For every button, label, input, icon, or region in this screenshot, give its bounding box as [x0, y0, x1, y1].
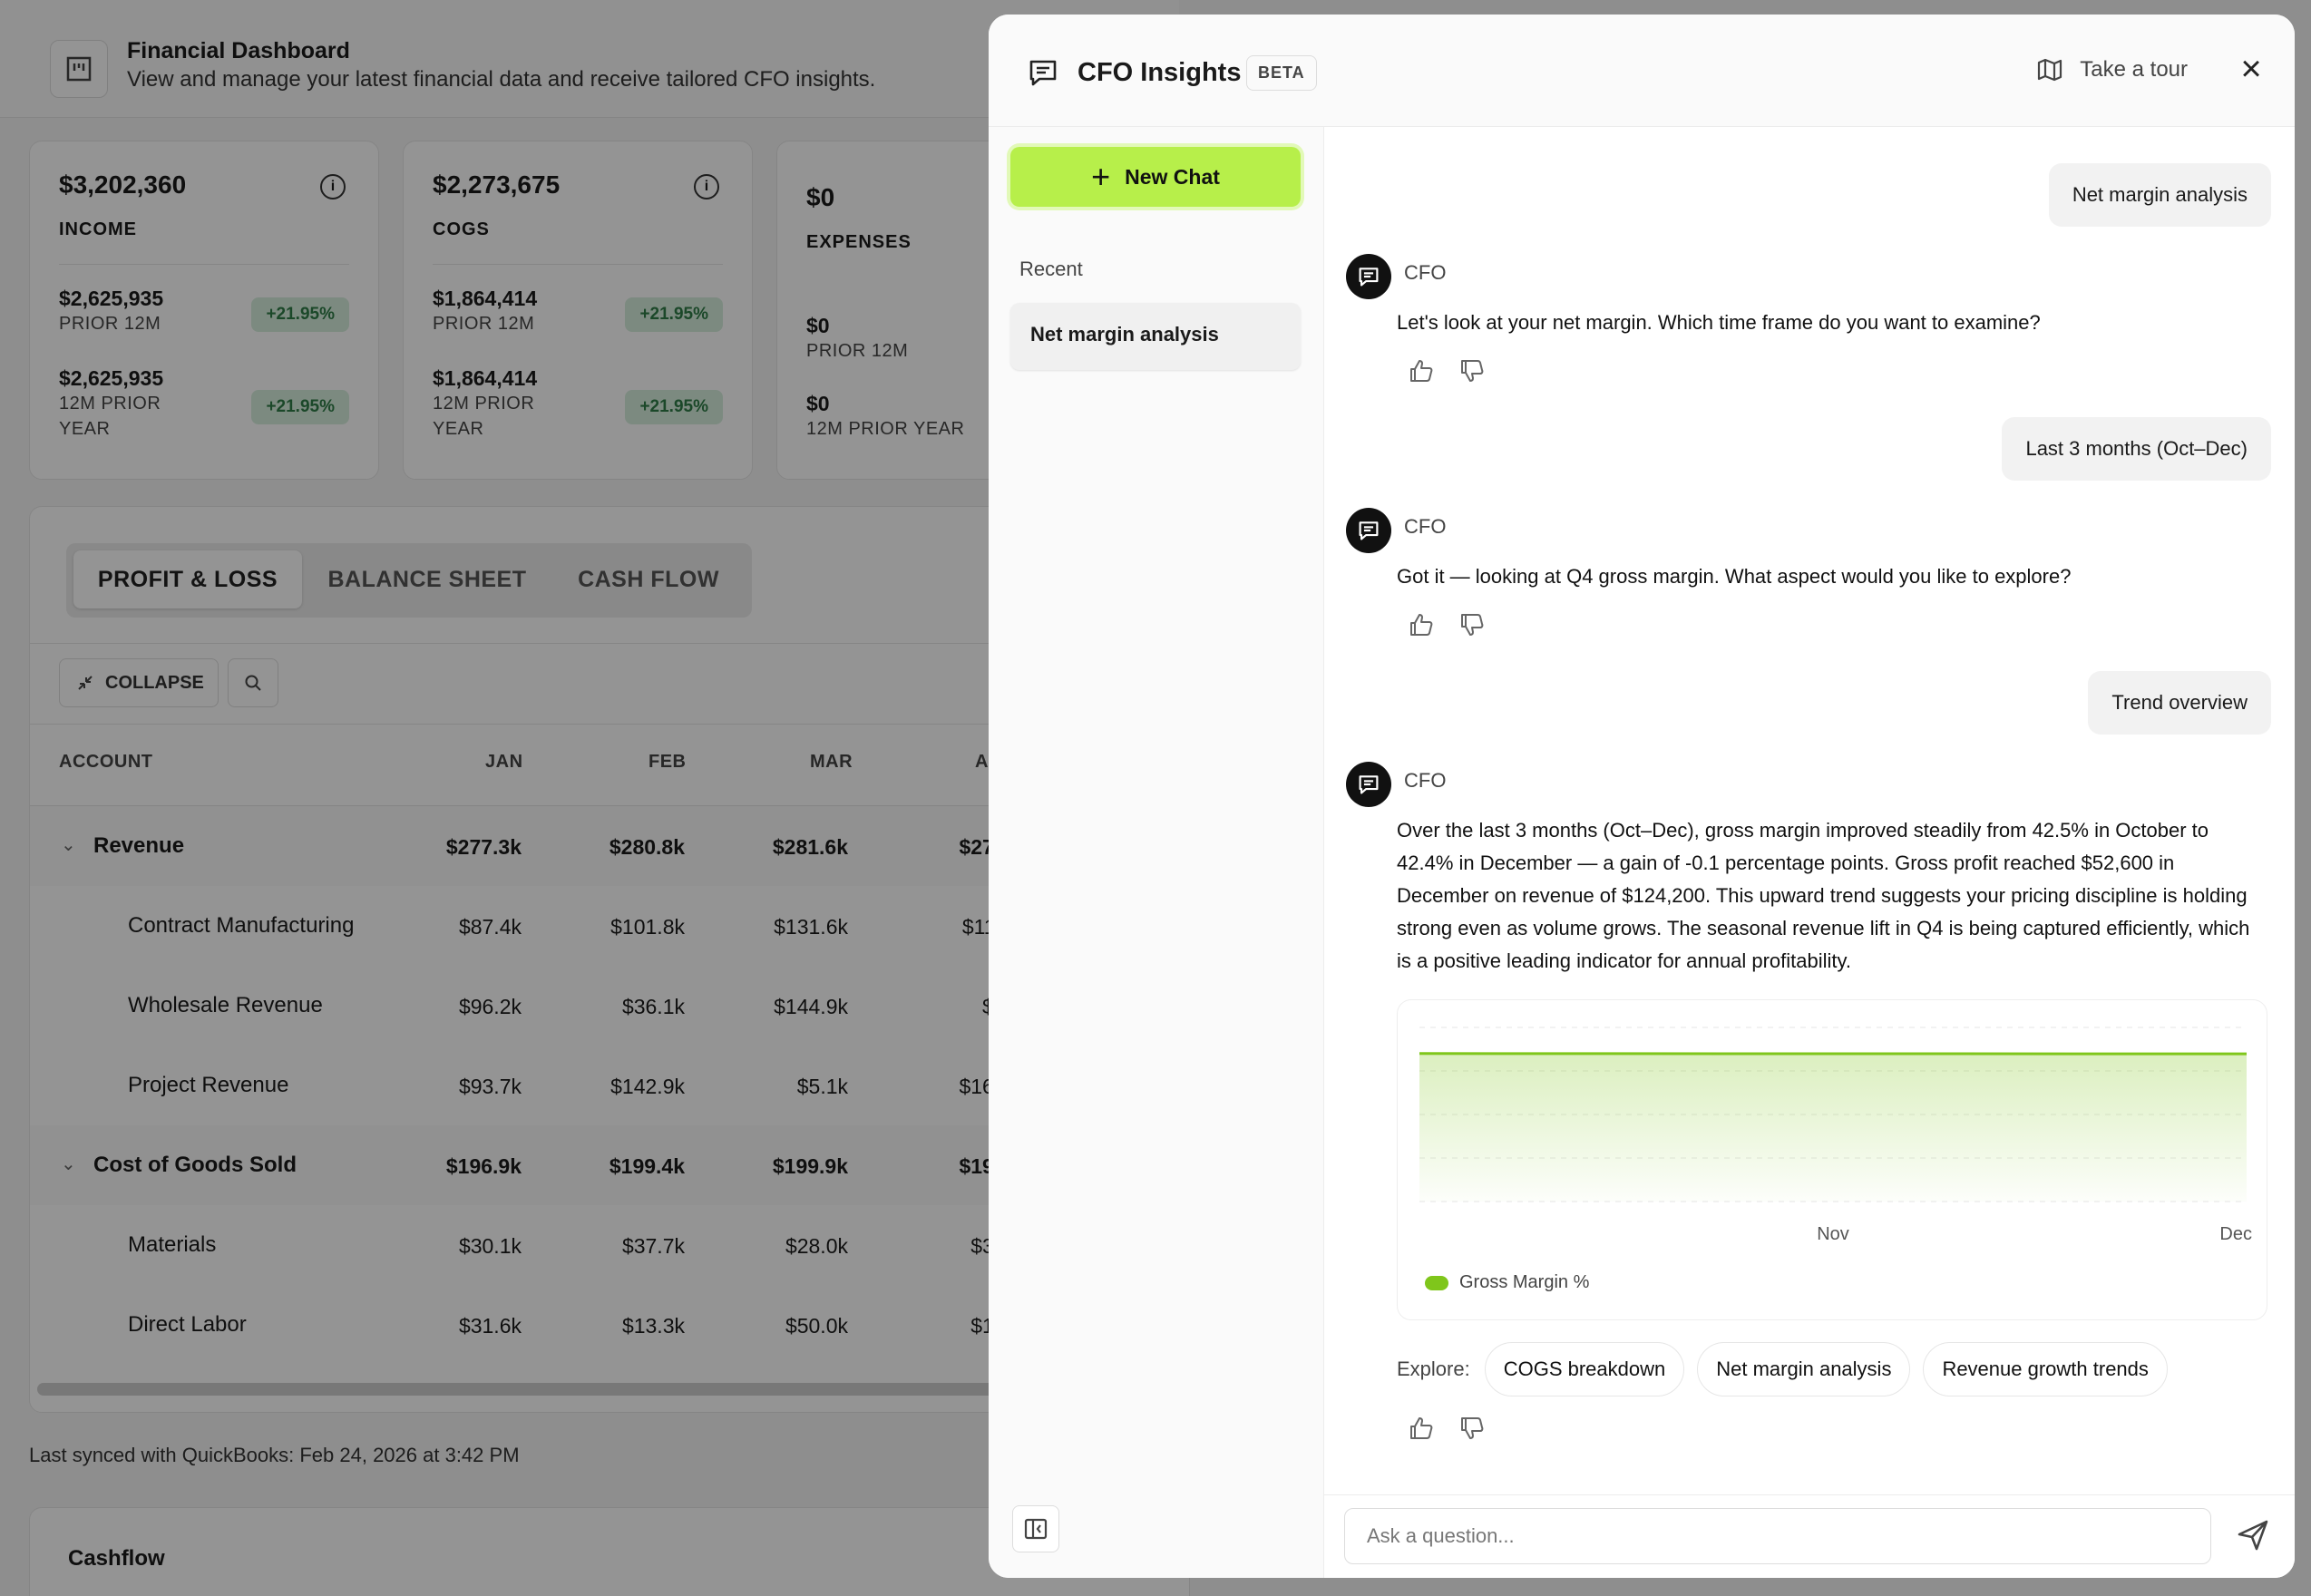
legend-label: Gross Margin % [1459, 1272, 1590, 1292]
chat-icon [1359, 775, 1379, 794]
thumbs-up-icon[interactable] [1408, 611, 1435, 638]
take-a-tour-label: Take a tour [2080, 57, 2188, 82]
cfo-sender-name: CFO [1404, 261, 1447, 284]
feedback-buttons [1408, 357, 1486, 384]
recent-heading: Recent [1019, 258, 1083, 280]
cfo-sender-name: CFO [1404, 769, 1447, 792]
cfo-avatar [1346, 508, 1391, 553]
thumbs-up-icon[interactable] [1408, 357, 1435, 384]
thumbs-down-icon[interactable] [1458, 1415, 1486, 1442]
cfo-avatar [1346, 762, 1391, 807]
user-message: Last 3 months (Oct–Dec) [2002, 417, 2271, 481]
thumbs-down-icon[interactable] [1458, 357, 1486, 384]
plus-icon: + [1091, 158, 1111, 195]
cfo-sender-name: CFO [1404, 515, 1447, 538]
legend-swatch [1425, 1275, 1448, 1290]
cfo-message: Over the last 3 months (Oct–Dec), gross … [1397, 819, 2250, 972]
beta-badge: BETA [1246, 55, 1317, 91]
feedback-buttons [1408, 611, 1486, 638]
chat-icon [1029, 60, 1057, 86]
explore-suggestions: Explore: COGS breakdown Net margin analy… [1397, 1342, 2168, 1396]
modal-header: CFO Insights BETA Take a tour × [989, 15, 2295, 127]
chat-composer [1324, 1494, 2295, 1578]
chart-legend: Gross Margin % [1425, 1272, 1589, 1293]
cfo-insights-modal: CFO Insights BETA Take a tour × + New Ch… [989, 15, 2295, 1578]
cfo-avatar [1346, 254, 1391, 299]
chat-sidebar: + New Chat Recent Net margin analysis [989, 127, 1324, 1578]
thumbs-down-icon[interactable] [1458, 611, 1486, 638]
explore-label: Explore: [1397, 1358, 1470, 1380]
user-message: Net margin analysis [2048, 163, 2271, 227]
sidebar-toggle-icon[interactable] [1012, 1505, 1059, 1552]
modal-title: CFO Insights [1077, 58, 1242, 87]
chat-icon [1359, 521, 1379, 540]
x-tick-label: Dec [2219, 1224, 2252, 1244]
chat-icon [1359, 268, 1379, 287]
chip-cogs-breakdown[interactable]: COGS breakdown [1484, 1342, 1685, 1396]
chip-revenue-growth-trends[interactable]: Revenue growth trends [1923, 1342, 2168, 1396]
take-a-tour-button[interactable]: Take a tour [2036, 56, 2188, 83]
close-icon[interactable]: × [2235, 51, 2267, 87]
ask-question-input[interactable] [1344, 1508, 2211, 1564]
cfo-message: Got it — looking at Q4 gross margin. Wha… [1397, 565, 2072, 588]
send-icon[interactable] [2235, 1517, 2271, 1553]
chat-thread: Net margin analysis CFO Let's look at yo… [1324, 127, 2295, 1578]
feedback-buttons [1408, 1415, 1486, 1442]
thumbs-up-icon[interactable] [1408, 1415, 1435, 1442]
x-tick-label: Nov [1817, 1224, 1849, 1244]
gross-margin-chart: Nov Dec Gross Margin % [1397, 999, 2267, 1320]
new-chat-label: New Chat [1125, 164, 1220, 189]
chip-net-margin-analysis[interactable]: Net margin analysis [1697, 1342, 1911, 1396]
new-chat-button[interactable]: + New Chat [1010, 147, 1301, 207]
chart-plot: Nov Dec [1419, 1027, 2252, 1244]
series-area [1419, 1053, 2247, 1202]
recent-chat-item[interactable]: Net margin analysis [1010, 303, 1301, 370]
user-message: Trend overview [2088, 671, 2271, 735]
cfo-message: Let's look at your net margin. Which tim… [1397, 311, 2041, 334]
map-icon [2038, 58, 2062, 82]
